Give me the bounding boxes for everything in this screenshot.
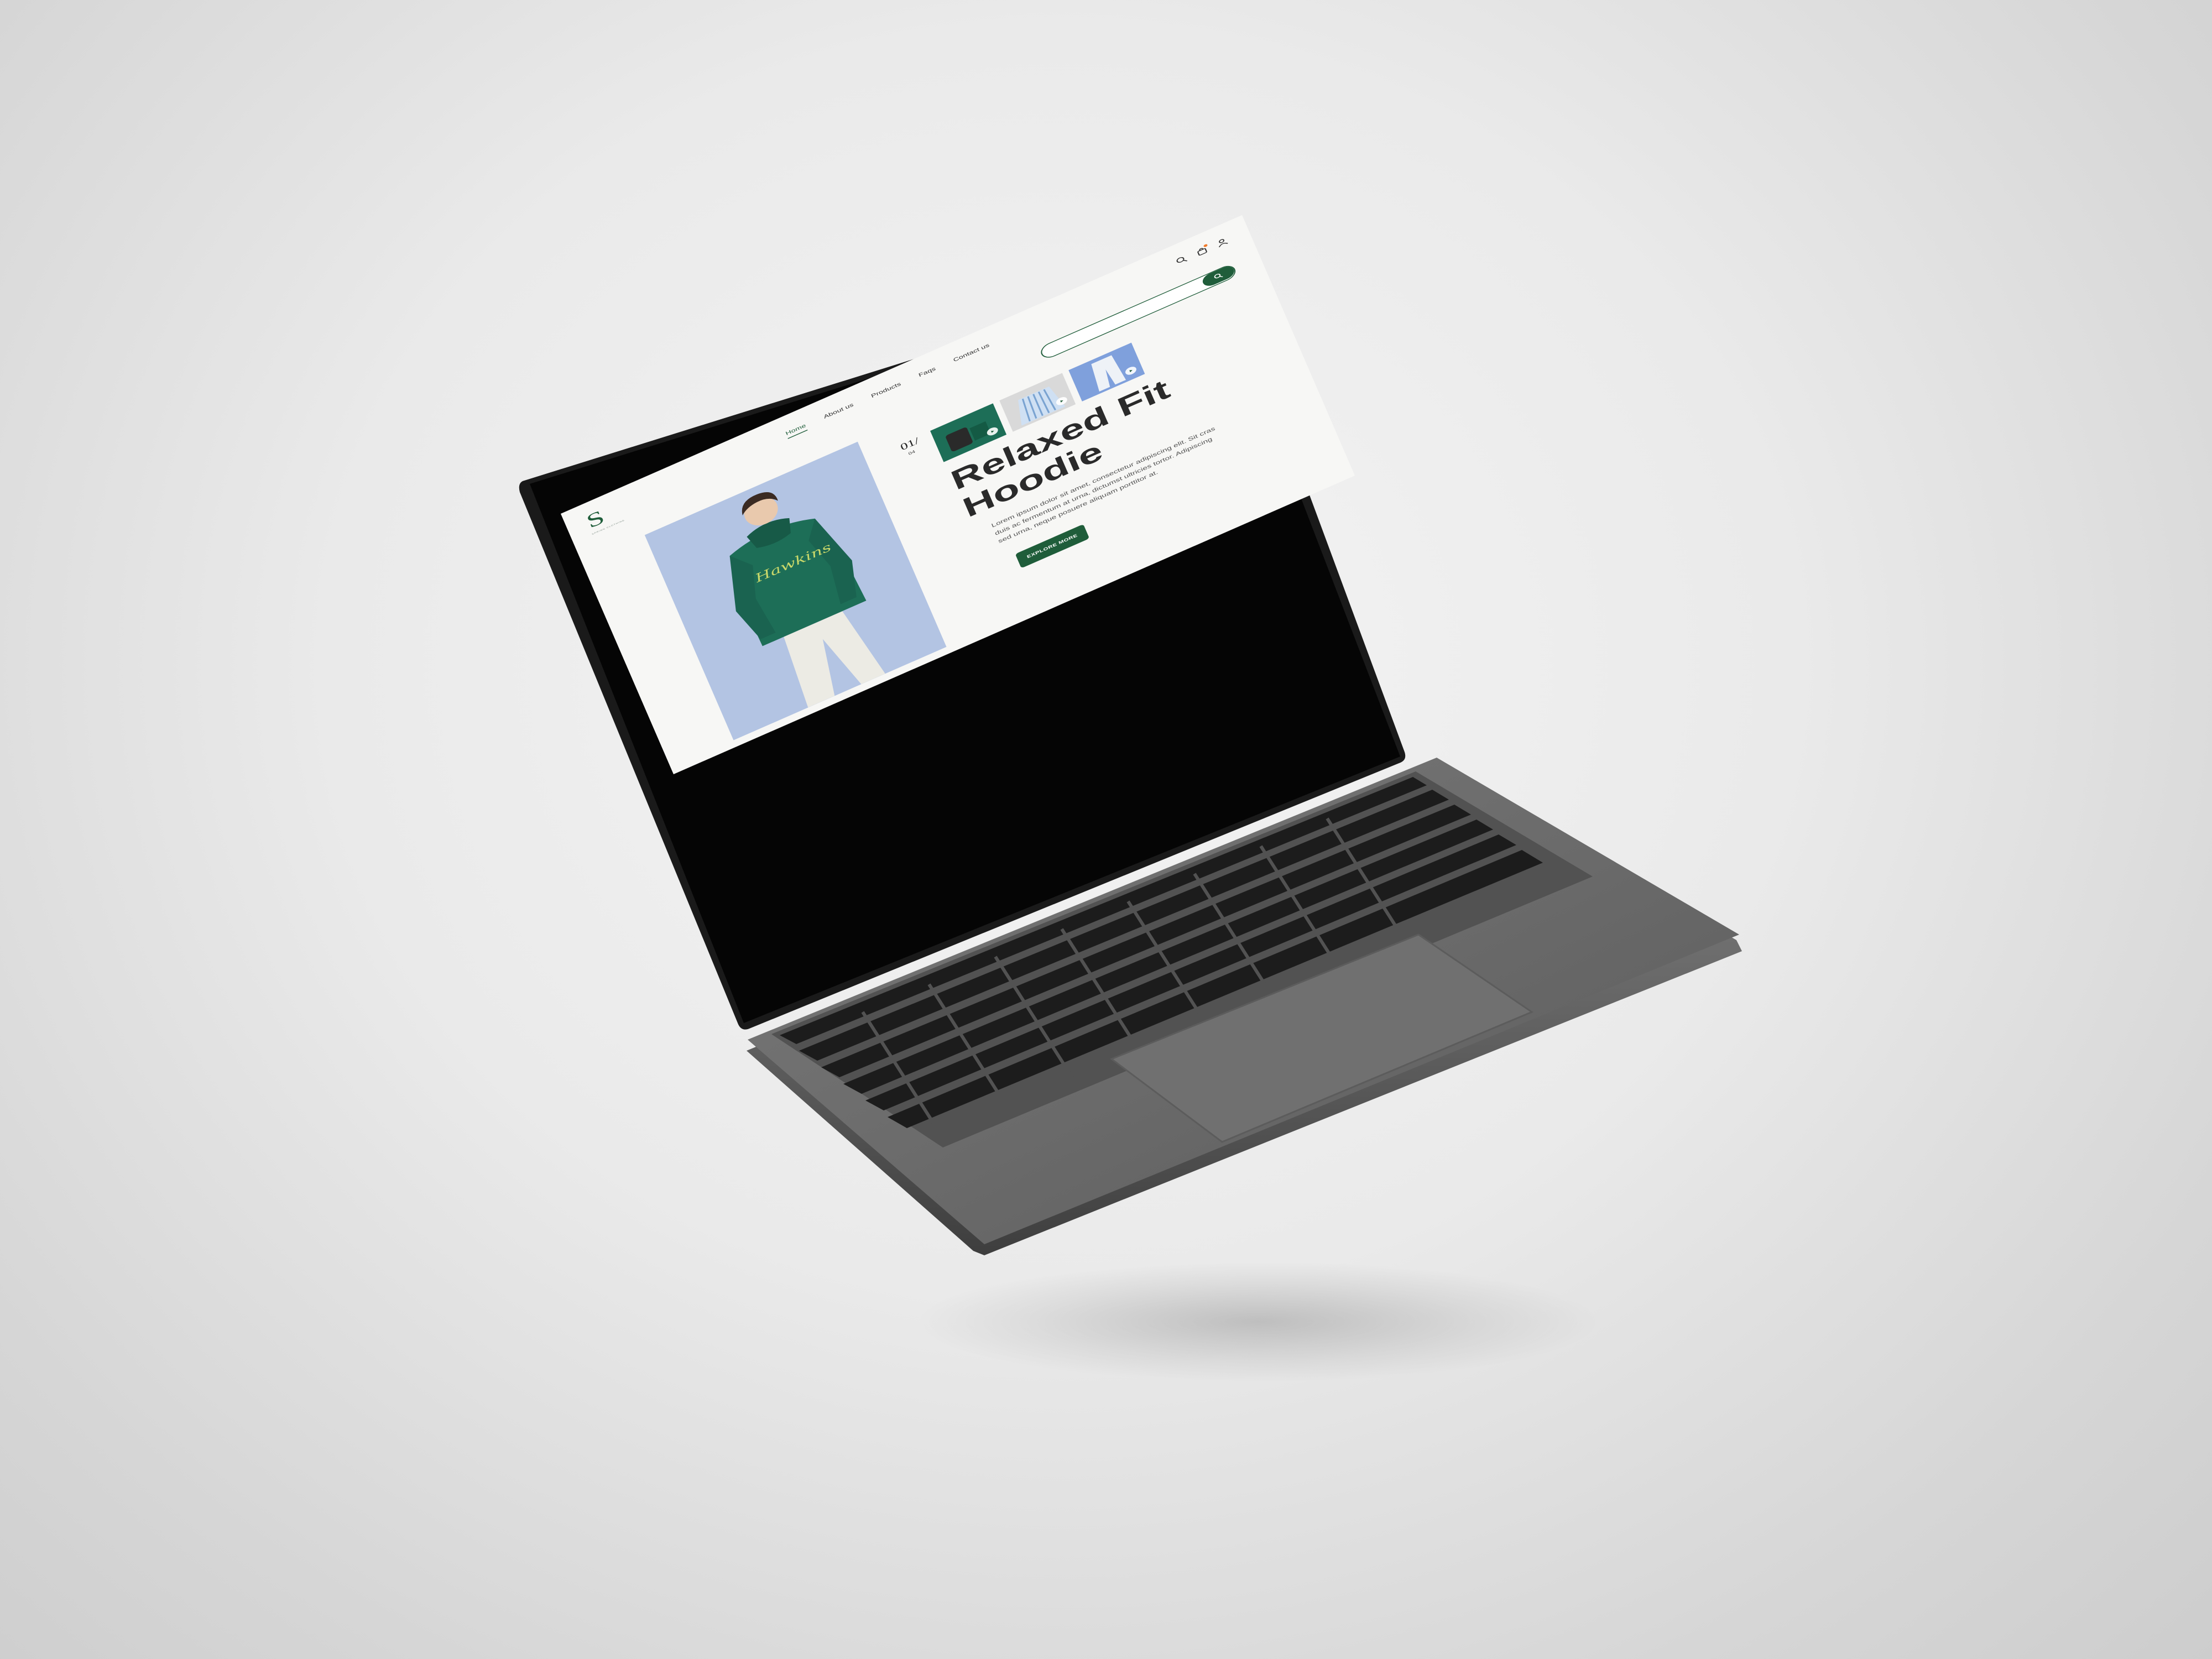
header-icons [1175,237,1229,265]
nav-about-us[interactable]: About us [823,401,855,422]
search-icon[interactable] [1175,254,1188,265]
laptop-bezel [519,265,1406,1030]
nav-faqs[interactable]: Faqs [917,366,937,380]
slide-counter: 01/ 04 [899,435,923,458]
nav-contact-us[interactable]: Contact us [952,342,992,365]
nav-products[interactable]: Products [870,380,902,401]
shopping-bag-icon[interactable] [1195,243,1208,257]
mockup-stage: S SPRING CLOTHING Home About us Products… [0,0,2212,1659]
nav-home[interactable]: Home [784,422,808,439]
search-button[interactable] [1201,264,1237,289]
user-icon[interactable] [1215,237,1229,248]
search-icon [1214,273,1223,279]
